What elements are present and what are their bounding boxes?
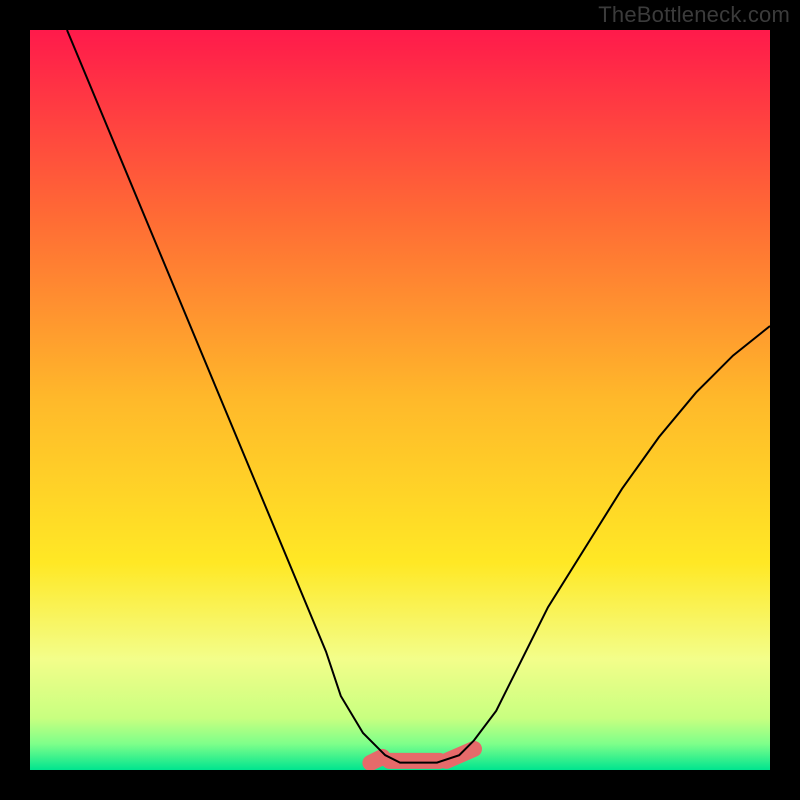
gradient-background bbox=[30, 30, 770, 770]
watermark-label: TheBottleneck.com bbox=[598, 2, 790, 28]
bottleneck-chart bbox=[30, 30, 770, 770]
chart-frame: TheBottleneck.com bbox=[0, 0, 800, 800]
